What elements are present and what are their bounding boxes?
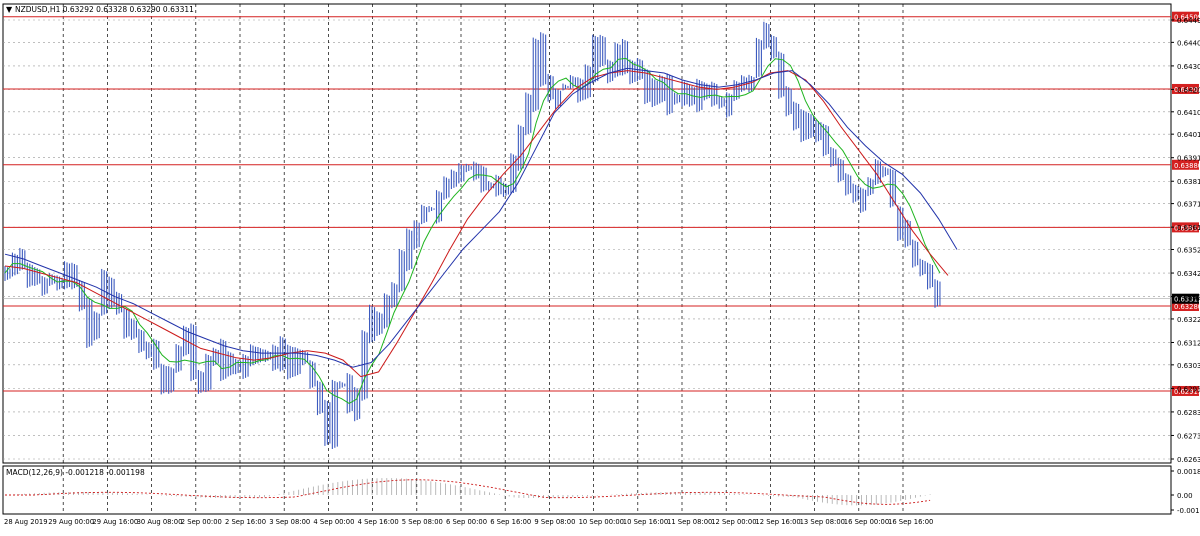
- x-tick-label: 2 Sep 00:00: [181, 518, 222, 526]
- y-tick-label: 0.62630: [1177, 456, 1200, 464]
- x-tick-label: 30 Aug 08:00: [137, 518, 183, 526]
- x-tick-label: 5 Sep 08:00: [402, 518, 443, 526]
- y-tick-label: 0.63420: [1177, 270, 1200, 278]
- x-tick-label: 10 Sep 00:00: [579, 518, 624, 526]
- price-chart[interactable]: 0.645090.642020.638800.636140.632800.629…: [0, 0, 1200, 531]
- y-tick-label: 0.64495: [1177, 17, 1200, 25]
- y-tick-label: 0.63225: [1177, 316, 1200, 324]
- y-tick-label: 0.63810: [1177, 178, 1200, 186]
- x-tick-label: 11 Sep 08:00: [667, 518, 712, 526]
- x-tick-label: 10 Sep 16:00: [623, 518, 668, 526]
- x-tick-label: 16 Sep 00:00: [844, 518, 889, 526]
- price-level-label: 0.63880: [1174, 162, 1200, 170]
- macd-tick-label: -0.00138: [1177, 507, 1200, 515]
- y-tick-label: 0.63520: [1177, 247, 1200, 255]
- macd-label: MACD(12,26,9) -0.001218 -0.001198: [6, 468, 145, 477]
- x-tick-label: 9 Sep 08:00: [534, 518, 575, 526]
- price-level-label: 0.63280: [1174, 303, 1200, 311]
- y-tick-label: 0.63615: [1177, 224, 1200, 232]
- y-tick-label: 0.63030: [1177, 362, 1200, 370]
- y-tick-label: 0.64400: [1177, 39, 1200, 47]
- x-tick-label: 6 Sep 16:00: [490, 518, 531, 526]
- y-tick-label: 0.62830: [1177, 409, 1200, 417]
- y-tick-label: 0.64200: [1177, 86, 1200, 94]
- x-tick-label: 29 Aug 00:00: [48, 518, 94, 526]
- x-tick-label: 4 Sep 00:00: [313, 518, 354, 526]
- y-tick-label: 0.64300: [1177, 63, 1200, 71]
- chart-window[interactable]: 0.64509 0.64202 0.63880 0.63614 0.63280 0.629…: [0, 0, 1200, 531]
- x-tick-label: 12 Sep 16:00: [755, 518, 800, 526]
- y-tick-label: 0.63715: [1177, 201, 1200, 209]
- y-tick-label: 0.64010: [1177, 131, 1200, 139]
- x-tick-label: 3 Sep 08:00: [269, 518, 310, 526]
- x-tick-label: 13 Sep 08:00: [800, 518, 845, 526]
- y-tick-label: 0.62930: [1177, 385, 1200, 393]
- chart-background: [0, 0, 1200, 531]
- x-tick-label: 16 Sep 16:00: [888, 518, 933, 526]
- x-tick-label: 6 Sep 00:00: [446, 518, 487, 526]
- x-tick-label: 4 Sep 16:00: [358, 518, 399, 526]
- y-tick-label: 0.63125: [1177, 339, 1200, 347]
- y-tick-label: 0.63320: [1177, 294, 1200, 302]
- x-tick-label: 2 Sep 16:00: [225, 518, 266, 526]
- y-tick-label: 0.62730: [1177, 432, 1200, 440]
- y-tick-label: 0.63910: [1177, 155, 1200, 163]
- x-tick-label: 12 Sep 00:00: [711, 518, 756, 526]
- macd-tick-label: 0.00: [1177, 492, 1193, 500]
- chart-dropdown-icon[interactable]: ▼: [6, 5, 13, 14]
- x-tick-label: 29 Aug 16:00: [92, 518, 138, 526]
- macd-tick-label: 0.00181: [1177, 468, 1200, 476]
- symbol-info: NZDUSD,H1 0.63292 0.63328 0.63290 0.6331…: [15, 5, 194, 14]
- y-tick-label: 0.64105: [1177, 109, 1200, 117]
- x-tick-label: 28 Aug 2019: [4, 518, 48, 526]
